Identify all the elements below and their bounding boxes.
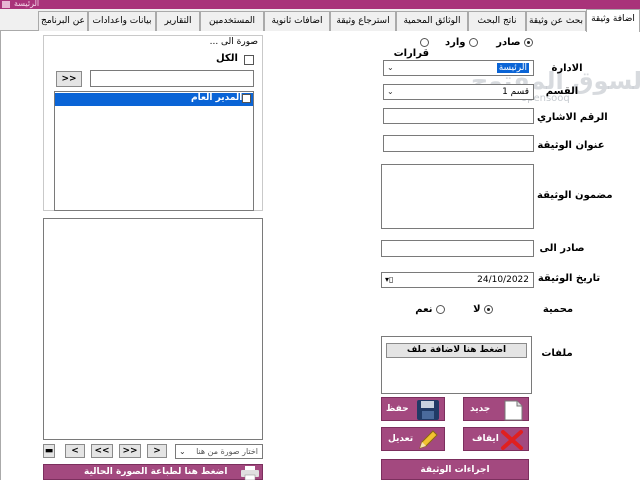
document-procedures-label: اجراءات الوثيقة <box>420 464 490 475</box>
doc-title-label: عنوان الوثيقة <box>537 140 605 151</box>
doc-content-label: مضمون الوثيقة <box>537 190 613 201</box>
attachments-label: ملفات <box>541 348 573 359</box>
document-type-group: صادر وارد قرارات <box>383 37 533 59</box>
calendar-icon[interactable]: ▾▯ <box>385 275 393 284</box>
radio-protected-no-label: لا <box>473 304 481 315</box>
select-all-row[interactable]: الكل <box>194 53 254 67</box>
radio-incoming-label: وارد <box>444 37 466 48</box>
radio-outgoing-dot[interactable] <box>524 37 533 47</box>
image-preview <box>43 218 263 440</box>
dept-label: القسم <box>545 86 579 97</box>
image-first-button[interactable]: < <box>65 444 85 458</box>
chevron-down-icon: ⌄ <box>179 447 186 456</box>
tab-protected-documents[interactable]: الوثائق المحمية <box>396 11 468 31</box>
admin-select[interactable]: ⌄ الرئيسة <box>383 60 534 76</box>
doc-content-textarea[interactable] <box>381 164 534 229</box>
add-file-button[interactable]: اضغط هنا لاضافة ملف <box>386 343 527 358</box>
dept-select-value: قسم 1 <box>502 87 529 97</box>
app-icon <box>2 1 10 8</box>
image-next-fast-button[interactable]: >> <box>119 444 141 458</box>
ref-label: الرقم الاشاري <box>537 112 608 123</box>
protected-group: لا نعم <box>383 304 533 318</box>
new-button[interactable]: جديد <box>463 397 529 421</box>
floppy-disk-icon <box>417 400 439 420</box>
add-document-page: السوق المفتوح opensooq صادر وارد قرارات … <box>0 31 640 480</box>
radio-decisions[interactable]: قرارات <box>383 37 429 59</box>
list-item[interactable]: المدير العام <box>55 93 253 106</box>
issued-to-input[interactable] <box>381 240 534 257</box>
close-icon <box>501 430 523 450</box>
radio-protected-yes-dot[interactable] <box>436 304 445 314</box>
list-item-label: المدير العام <box>191 93 243 103</box>
radio-incoming-dot[interactable] <box>469 37 478 47</box>
pencil-icon <box>419 430 438 449</box>
tab-add-document[interactable]: اضافة وثيقة <box>586 9 640 32</box>
new-document-icon <box>504 400 523 421</box>
print-image-button[interactable]: اضغط هنا لطباعة الصورة الحالية <box>43 464 263 480</box>
new-button-label: جديد <box>470 404 491 414</box>
tab-users[interactable]: المستخدمين <box>200 11 264 31</box>
tab-search-document[interactable]: بحث عن وثيقة <box>526 11 586 31</box>
radio-incoming[interactable]: وارد <box>445 37 478 48</box>
edit-button[interactable]: تعديل <box>381 427 445 451</box>
issued-to-label: صادر الى <box>539 243 585 254</box>
tab-about[interactable]: عن البرنامج <box>38 11 88 31</box>
radio-decisions-label: قرارات <box>393 48 429 59</box>
doc-date-picker[interactable]: ▾▯ 24/10/2022 <box>381 272 534 288</box>
image-prev-fast-button[interactable]: << <box>91 444 113 458</box>
recipient-search-input[interactable] <box>90 70 254 87</box>
admin-label: الادارة <box>551 63 583 74</box>
printer-icon <box>241 466 259 480</box>
tab-secondary-additions[interactable]: اضافات ثانوية <box>264 11 330 31</box>
image-select-placeholder: اختار صورة من هنا <box>196 447 258 456</box>
radio-outgoing[interactable]: صادر <box>496 37 533 48</box>
tab-data-settings[interactable]: بيانات واعدادات <box>88 11 156 31</box>
document-procedures-button[interactable]: اجراءات الوثيقة <box>381 459 529 480</box>
radio-outgoing-label: صادر <box>496 37 521 48</box>
dept-select[interactable]: ⌄ قسم 1 <box>383 84 534 100</box>
image-select[interactable]: ⌄ اختار صورة من هنا <box>175 444 263 459</box>
ref-number-input[interactable] <box>383 108 534 124</box>
radio-protected-no-dot[interactable] <box>484 304 493 314</box>
recipients-list: المدير العام <box>54 91 254 211</box>
window-title: الرئيسة <box>14 0 40 8</box>
title-bar: الرئيسة <box>0 0 640 9</box>
add-recipient-button[interactable]: >> <box>56 71 82 87</box>
radio-decisions-dot[interactable] <box>420 37 429 47</box>
admin-select-value: الرئيسة <box>496 63 529 73</box>
save-button-label: حفظ <box>386 404 409 414</box>
doc-title-input[interactable] <box>383 135 534 152</box>
select-all-checkbox[interactable] <box>244 55 254 65</box>
select-all-label: الكل <box>216 53 238 64</box>
copy-to-label: صورة الى ... <box>209 37 258 47</box>
main-tabs: اضافة وثيقة بحث عن وثيقة ناتج البحث الوث… <box>0 9 640 32</box>
image-last-button[interactable]: > <box>147 444 167 458</box>
tab-reports[interactable]: التقارير <box>156 11 200 31</box>
radio-protected-yes-label: نعم <box>415 304 433 315</box>
chevron-down-icon: ⌄ <box>387 63 394 72</box>
doc-date-label: تاريخ الوثيقة <box>537 273 601 284</box>
image-delete-button[interactable]: ▬ <box>43 444 55 458</box>
stop-button-label: ايقاف <box>472 434 499 444</box>
save-button[interactable]: حفظ <box>381 397 445 421</box>
recipients-panel: صورة الى ... الكل >> المدير العام <box>43 35 263 211</box>
tab-restore-document[interactable]: استرجاع وثيقة <box>330 11 396 31</box>
radio-protected-yes[interactable]: نعم <box>415 304 445 315</box>
tab-search-results[interactable]: ناتج البحث <box>468 11 526 31</box>
attachments-box: اضغط هنا لاضافة ملف <box>381 336 532 394</box>
stop-button[interactable]: ايقاف <box>463 427 529 451</box>
chevron-down-icon: ⌄ <box>387 87 394 96</box>
edit-button-label: تعديل <box>388 434 414 444</box>
print-image-label: اضغط هنا لطباعة الصورة الحالية <box>84 467 228 477</box>
protected-label: محمية <box>542 304 574 315</box>
radio-protected-no[interactable]: لا <box>473 304 493 315</box>
list-item-checkbox[interactable] <box>242 94 251 103</box>
doc-date-value: 24/10/2022 <box>477 275 529 285</box>
